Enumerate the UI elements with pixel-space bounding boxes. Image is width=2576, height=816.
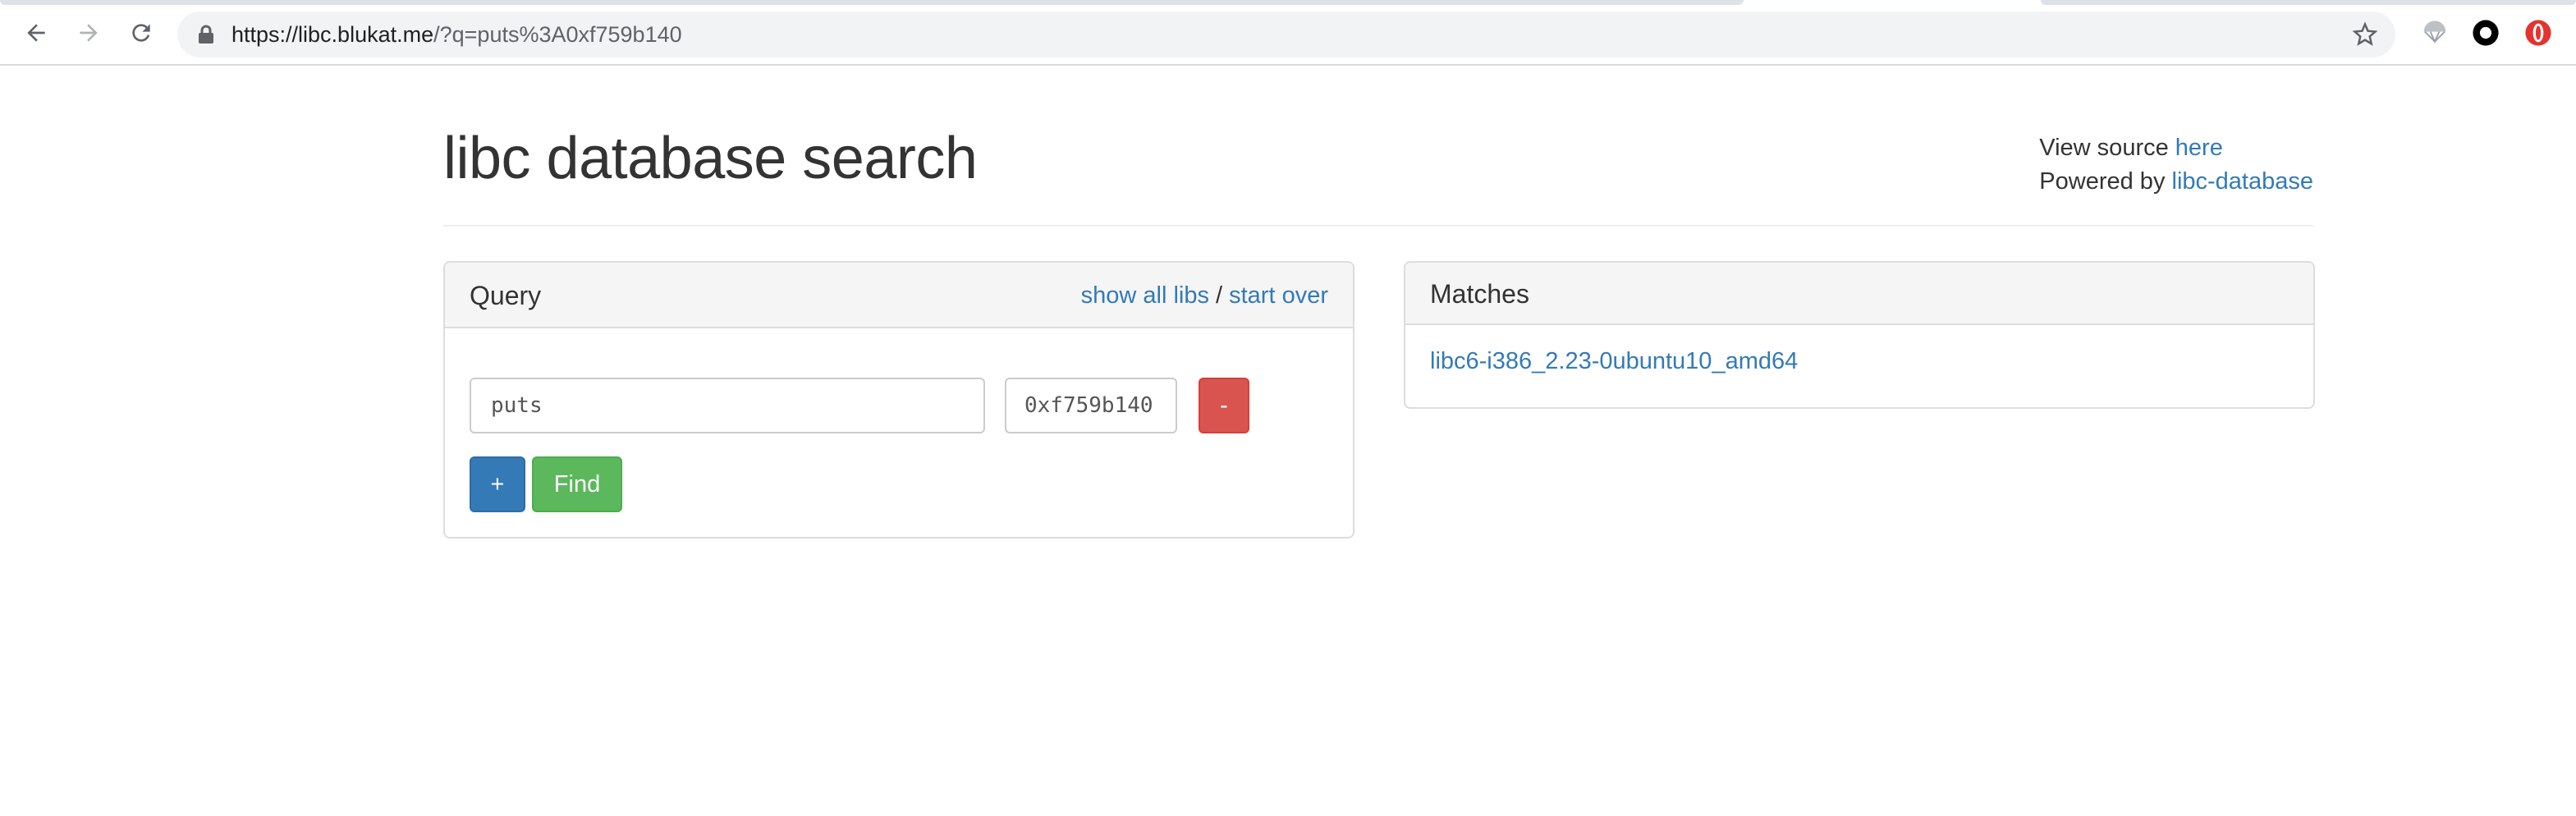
browser-toolbar: https://libc.blukat.me/?q=puts%3A0xf759b… [0, 0, 2576, 66]
view-source-label: View source [2039, 135, 2175, 161]
symbol-address-input[interactable]: 0xf759b140 [1005, 378, 1177, 433]
opera-extension-icon [2525, 20, 2551, 46]
links-separator: / [1208, 282, 1230, 309]
back-button[interactable] [18, 15, 54, 51]
matches-panel: Matches libc6-i386_2.23-0ubuntu10_amd64 [1404, 261, 2315, 409]
url-path: /?q=puts%3A0xf759b140 [433, 22, 682, 47]
parachute-extension-button[interactable] [2420, 18, 2450, 48]
query-panel-title: Query [470, 281, 542, 310]
query-panel-links: show all libs / start over [1081, 263, 1328, 328]
reload-icon [132, 24, 150, 42]
page-title: libc database search [443, 126, 978, 191]
tab-background [0, 0, 1744, 5]
matches-panel-heading: Matches [1405, 263, 2313, 325]
find-button[interactable]: Find [532, 456, 622, 512]
forward-button[interactable] [71, 15, 107, 51]
opera-extension-button[interactable] [2523, 18, 2553, 48]
page-header: libc database search View source here Po… [443, 66, 2313, 227]
reload-button[interactable] [123, 15, 159, 51]
libc-database-link[interactable]: libc-database [2172, 168, 2314, 195]
start-over-link[interactable]: start over [1229, 282, 1328, 309]
query-panel-heading: Query show all libs / start over [445, 263, 1353, 328]
matches-panel-title: Matches [1430, 279, 1529, 309]
tab-background-right [2041, 0, 2576, 5]
lock-icon [199, 25, 213, 44]
parachute-extension-icon [2423, 21, 2446, 44]
url-text[interactable]: https://libc.blukat.me/?q=puts%3A0xf759b… [231, 11, 682, 57]
powered-by-label: Powered by [2039, 168, 2172, 195]
match-result-link[interactable]: libc6-i386_2.23-0ubuntu10_amd64 [1430, 348, 1798, 375]
view-source-line: View source here [2039, 131, 2313, 165]
back-arrow-icon [27, 24, 45, 42]
source-info: View source here Powered by libc-databas… [2039, 131, 2313, 199]
remove-symbol-button[interactable]: - [1199, 378, 1249, 433]
page-container: libc database search View source here Po… [443, 66, 2315, 539]
powered-by-line: Powered by libc-database [2039, 165, 2313, 199]
circle-extension-button[interactable] [2471, 18, 2500, 48]
address-bar[interactable]: https://libc.blukat.me/?q=puts%3A0xf759b… [177, 11, 2395, 57]
url-host: https://libc.blukat.me [231, 22, 434, 47]
star-icon[interactable] [2353, 22, 2377, 47]
view-source-link[interactable]: here [2175, 135, 2223, 161]
symbol-name-input[interactable]: puts [470, 378, 985, 433]
tab-strip [0, 0, 2576, 10]
add-symbol-button[interactable]: + [470, 456, 525, 512]
circle-extension-icon [2473, 20, 2499, 46]
forward-arrow-icon [80, 24, 98, 42]
query-panel: Query show all libs / start over puts 0x… [443, 261, 1354, 539]
show-all-libs-link[interactable]: show all libs [1081, 282, 1209, 309]
